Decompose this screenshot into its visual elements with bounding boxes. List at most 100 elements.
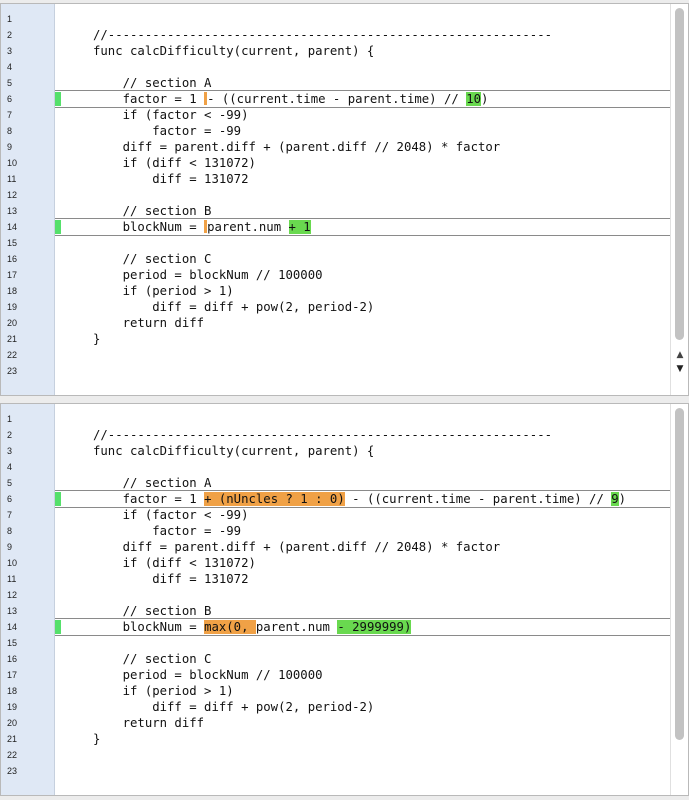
code-line[interactable]: 14 blockNum = max(0, parent.num - 299999… xyxy=(1,619,672,635)
code-text[interactable]: diff = 131072 xyxy=(93,171,248,187)
code-text[interactable]: diff = parent.diff + (parent.diff // 204… xyxy=(93,539,501,555)
code-text[interactable]: blockNum = parent.num + 1 xyxy=(93,219,311,235)
code-line[interactable]: 2 //-------------------------------------… xyxy=(1,427,672,443)
code-segment: func calcDifficulty(current, parent) { xyxy=(93,44,375,58)
code-line[interactable]: 4 xyxy=(1,59,672,75)
code-line[interactable]: 3 func calcDifficulty(current, parent) { xyxy=(1,43,672,59)
line-number: 2 xyxy=(7,30,13,40)
change-divider xyxy=(55,618,672,619)
code-text[interactable]: if (factor < -99) xyxy=(93,507,249,523)
code-line[interactable]: 9 diff = parent.diff + (parent.diff // 2… xyxy=(1,139,672,155)
scroll-up-arrow-icon[interactable]: ▲ xyxy=(674,350,686,360)
code-line[interactable]: 2 //-------------------------------------… xyxy=(1,27,672,43)
code-line[interactable]: 20 return diff xyxy=(1,315,672,331)
code-line[interactable]: 7 if (factor < -99) xyxy=(1,507,672,523)
code-line[interactable]: 19 diff = diff + pow(2, period-2) xyxy=(1,299,672,315)
code-segment: blockNum = xyxy=(93,220,205,234)
code-text[interactable]: if (factor < -99) xyxy=(93,107,249,123)
code-text[interactable]: // section A xyxy=(93,75,212,91)
code-text[interactable]: if (diff < 131072) xyxy=(93,555,256,571)
code-line[interactable]: 13 // section B xyxy=(1,603,672,619)
code-line[interactable]: 9 diff = parent.diff + (parent.diff // 2… xyxy=(1,539,672,555)
code-line[interactable]: 21} xyxy=(1,331,672,347)
code-text[interactable]: return diff xyxy=(93,315,204,331)
code-area[interactable]: 1 2//------------------------------------… xyxy=(1,404,672,795)
code-line[interactable]: 12 xyxy=(1,587,672,603)
code-line[interactable]: 5 // section A xyxy=(1,475,672,491)
code-text[interactable]: //--------------------------------------… xyxy=(93,27,552,43)
code-line[interactable]: 6 factor = 1 + (nUncles ? 1 : 0) - ((cur… xyxy=(1,491,672,507)
code-text[interactable]: return diff xyxy=(93,715,204,731)
code-text[interactable]: factor = -99 xyxy=(93,523,241,539)
code-text[interactable]: diff = diff + pow(2, period-2) xyxy=(93,699,374,715)
line-number: 7 xyxy=(7,510,13,520)
code-line[interactable]: 23 xyxy=(1,363,672,379)
code-text[interactable]: period = blockNum // 100000 xyxy=(93,667,323,683)
code-line[interactable]: 10 if (diff < 131072) xyxy=(1,155,672,171)
code-text[interactable]: factor = 1 + (nUncles ? 1 : 0) - ((curre… xyxy=(93,491,626,507)
code-text[interactable]: if (period > 1) xyxy=(93,283,234,299)
scroll-down-arrow-icon[interactable]: ▼ xyxy=(674,364,686,374)
vertical-scrollbar[interactable] xyxy=(670,404,688,795)
code-text[interactable]: factor = -99 xyxy=(93,123,241,139)
code-text[interactable]: if (period > 1) xyxy=(93,683,234,699)
line-number: 15 xyxy=(7,638,18,648)
code-line[interactable]: 15 xyxy=(1,635,672,651)
diff-pane-after[interactable]: 1 2//------------------------------------… xyxy=(0,403,689,796)
code-text[interactable]: } xyxy=(93,331,100,347)
code-line[interactable]: 23 xyxy=(1,763,672,779)
code-line[interactable]: 22 xyxy=(1,747,672,763)
code-line[interactable]: 19 diff = diff + pow(2, period-2) xyxy=(1,699,672,715)
code-line[interactable]: 16 // section C xyxy=(1,651,672,667)
code-line[interactable]: 12 xyxy=(1,187,672,203)
code-line[interactable]: 1 xyxy=(1,11,672,27)
code-text[interactable]: // section C xyxy=(93,651,212,667)
code-text[interactable]: diff = 131072 xyxy=(93,571,248,587)
code-text[interactable]: diff = parent.diff + (parent.diff // 204… xyxy=(93,139,501,155)
code-text[interactable]: diff = diff + pow(2, period-2) xyxy=(93,299,374,315)
code-line[interactable]: 18 if (period > 1) xyxy=(1,283,672,299)
code-text[interactable]: // section C xyxy=(93,251,212,267)
line-number: 5 xyxy=(7,478,13,488)
code-text[interactable]: func calcDifficulty(current, parent) { xyxy=(93,443,374,459)
code-line[interactable]: 16 // section C xyxy=(1,251,672,267)
change-marker xyxy=(55,220,61,234)
code-line[interactable]: 21} xyxy=(1,731,672,747)
code-text[interactable]: blockNum = max(0, parent.num - 2999999) xyxy=(93,619,412,635)
code-line[interactable]: 14 blockNum = parent.num + 1 xyxy=(1,219,672,235)
code-line[interactable]: 8 factor = -99 xyxy=(1,523,672,539)
diff-pane-before[interactable]: 1 2//------------------------------------… xyxy=(0,3,689,396)
code-text[interactable]: if (diff < 131072) xyxy=(93,155,256,171)
code-line[interactable]: 11 diff = 131072 xyxy=(1,571,672,587)
code-line[interactable]: 18 if (period > 1) xyxy=(1,683,672,699)
scrollbar-thumb[interactable] xyxy=(675,408,684,740)
code-line[interactable]: 17 period = blockNum // 100000 xyxy=(1,267,672,283)
code-line[interactable]: 3 func calcDifficulty(current, parent) { xyxy=(1,443,672,459)
code-text[interactable]: } xyxy=(93,731,100,747)
code-text[interactable]: // section A xyxy=(93,475,212,491)
code-line[interactable]: 20 return diff xyxy=(1,715,672,731)
code-line[interactable]: 7 if (factor < -99) xyxy=(1,107,672,123)
code-line[interactable]: 1 xyxy=(1,411,672,427)
code-line[interactable]: 22 xyxy=(1,347,672,363)
code-line[interactable]: 13 // section B xyxy=(1,203,672,219)
code-text[interactable]: //--------------------------------------… xyxy=(93,427,552,443)
code-text[interactable]: period = blockNum // 100000 xyxy=(93,267,323,283)
code-segment: return diff xyxy=(93,316,205,330)
code-line[interactable]: 5 // section A xyxy=(1,75,672,91)
code-line[interactable]: 8 factor = -99 xyxy=(1,123,672,139)
code-area[interactable]: 1 2//------------------------------------… xyxy=(1,4,672,395)
code-text[interactable]: func calcDifficulty(current, parent) { xyxy=(93,43,374,59)
code-text[interactable]: // section B xyxy=(93,203,212,219)
code-line[interactable]: 6 factor = 1 - ((current.time - parent.t… xyxy=(1,91,672,107)
code-line[interactable]: 15 xyxy=(1,235,672,251)
scrollbar-thumb[interactable] xyxy=(675,8,684,340)
vertical-scrollbar[interactable]: ▲ ▼ xyxy=(670,4,688,395)
code-line[interactable]: 17 period = blockNum // 100000 xyxy=(1,667,672,683)
code-line[interactable]: 11 diff = 131072 xyxy=(1,171,672,187)
code-line[interactable]: 4 xyxy=(1,459,672,475)
code-segment: parent.num xyxy=(207,220,289,234)
code-text[interactable]: factor = 1 - ((current.time - parent.tim… xyxy=(93,91,488,107)
code-text[interactable]: // section B xyxy=(93,603,212,619)
code-line[interactable]: 10 if (diff < 131072) xyxy=(1,555,672,571)
